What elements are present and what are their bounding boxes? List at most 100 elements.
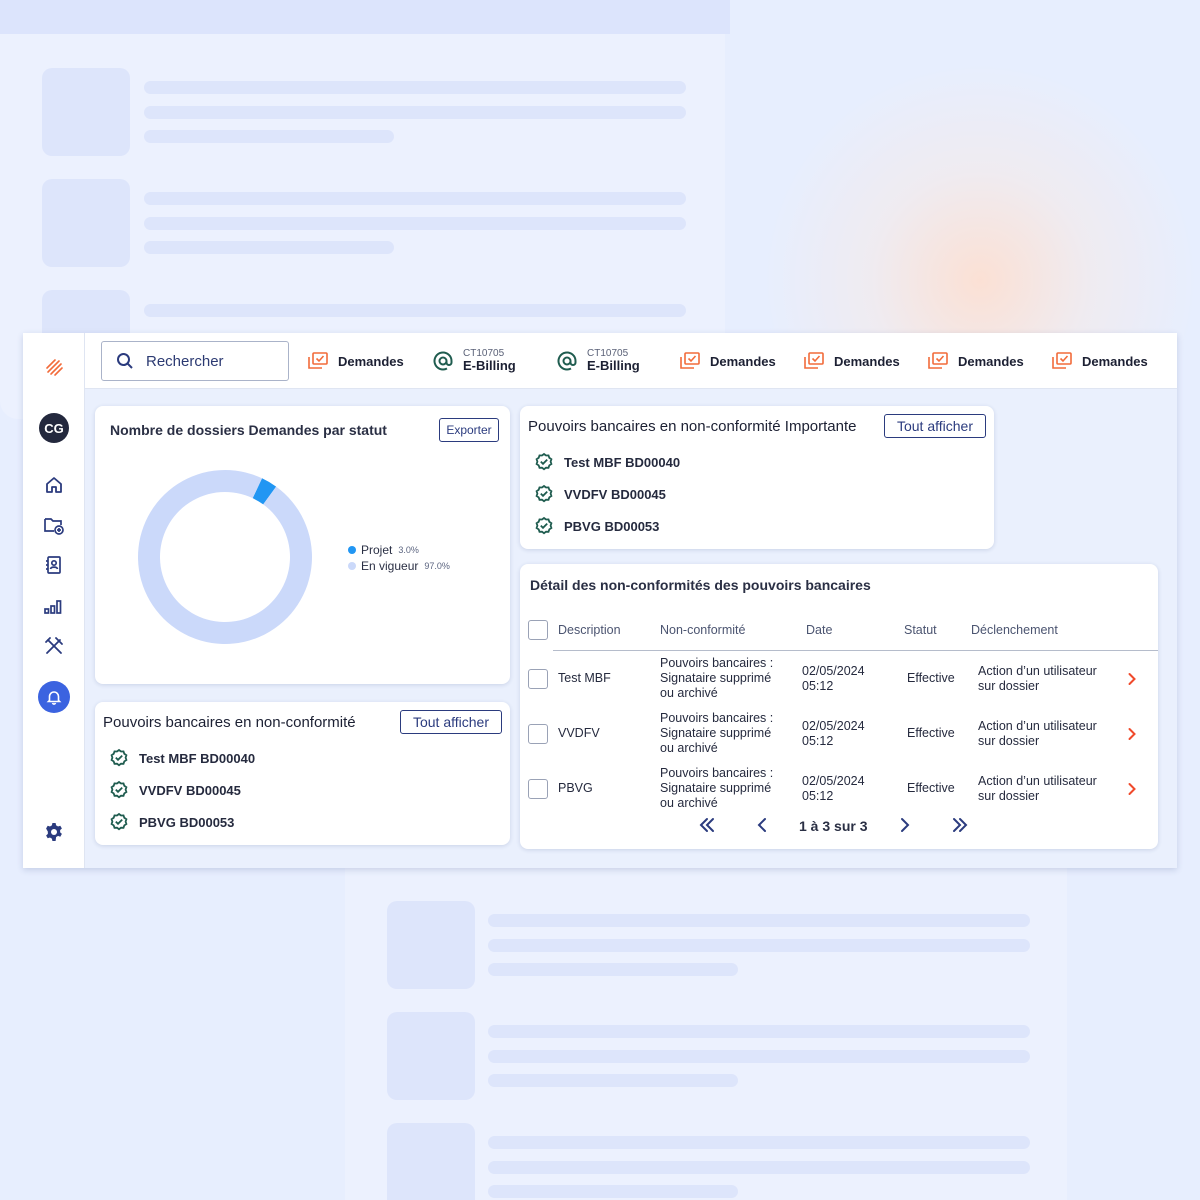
- cell-trigger-line: sur dossier: [978, 789, 1040, 803]
- show-all-important-button[interactable]: Tout afficher: [884, 414, 986, 438]
- home-icon[interactable]: [38, 469, 70, 501]
- bell-icon: [46, 691, 62, 705]
- notifications-button[interactable]: [38, 681, 70, 713]
- list-item[interactable]: VVDFV BD00045: [109, 780, 241, 800]
- list-item-label: VVDFV BD00045: [564, 486, 666, 502]
- at-icon: [555, 349, 579, 373]
- column-header-nonconformity[interactable]: Non-conformité: [660, 623, 745, 637]
- app-window: CG Rechercher Demandes CT10705 E-Billing…: [23, 333, 1177, 868]
- shortcut-e-billing[interactable]: CT10705 E-Billing: [431, 345, 516, 377]
- cell-trigger-line: Action d’un utilisateur: [978, 664, 1097, 678]
- list-item-label: VVDFV BD00045: [139, 782, 241, 798]
- shortcut-label: Demandes: [958, 353, 1024, 369]
- last-page-icon[interactable]: [951, 816, 969, 834]
- cell-date-time: 05:12: [802, 789, 834, 803]
- shortcut-demandes[interactable]: Demandes: [926, 345, 1024, 377]
- detail-title: Détail des non-conformités des pouvoirs …: [530, 577, 871, 593]
- demandes-icon: [1050, 349, 1074, 373]
- column-header-status[interactable]: Statut: [904, 623, 937, 637]
- table-header-divider: [553, 650, 1158, 651]
- previous-page-icon[interactable]: [754, 816, 772, 834]
- badge-check-icon: [534, 516, 554, 536]
- shortcut-demandes[interactable]: Demandes: [306, 345, 404, 377]
- chevron-right-icon[interactable]: [1125, 672, 1139, 686]
- column-header-trigger[interactable]: Déclenchement: [971, 623, 1058, 637]
- tools-icon[interactable]: [38, 630, 70, 662]
- cell-nonconformity-line: ou archivé: [660, 796, 718, 810]
- nonconformity-title: Pouvoirs bancaires en non-conformité: [103, 714, 356, 731]
- list-item[interactable]: Test MBF BD00040: [534, 452, 680, 472]
- export-button[interactable]: Exporter: [439, 418, 499, 442]
- cell-date-time: 05:12: [802, 734, 834, 748]
- avatar[interactable]: CG: [39, 413, 69, 443]
- badge-check-icon: [534, 452, 554, 472]
- search-icon: [117, 353, 133, 369]
- cell-nonconformity: Pouvoirs bancaires : Signataire supprimé o…: [660, 766, 773, 811]
- shortcut-demandes[interactable]: Demandes: [678, 345, 776, 377]
- row-checkbox[interactable]: [528, 669, 548, 689]
- cell-trigger-line: sur dossier: [978, 679, 1040, 693]
- important-nonconformity-card: Pouvoirs bancaires en non-conformité Imp…: [520, 406, 994, 549]
- chevron-right-icon[interactable]: [1125, 782, 1139, 796]
- shortcut-label: Demandes: [338, 353, 404, 369]
- row-checkbox[interactable]: [528, 724, 548, 744]
- cell-trigger-line: Action d’un utilisateur: [978, 719, 1097, 733]
- important-nonconformity-title: Pouvoirs bancaires en non-conformité Imp…: [528, 418, 857, 435]
- chart-legend: Projet 3.0% En vigueur 97.0%: [348, 542, 450, 574]
- search-input[interactable]: Rechercher: [101, 341, 289, 381]
- legend-label: En vigueur: [361, 559, 419, 573]
- cell-nonconformity-line: Pouvoirs bancaires :: [660, 656, 774, 670]
- cell-status: Effective: [907, 781, 955, 795]
- next-page-icon[interactable]: [895, 816, 913, 834]
- contacts-icon[interactable]: [38, 549, 70, 581]
- chart-icon[interactable]: [38, 590, 70, 622]
- legend-swatch-projet: [348, 546, 356, 554]
- logo-icon[interactable]: [38, 351, 70, 383]
- row-checkbox[interactable]: [528, 779, 548, 799]
- chevron-right-icon[interactable]: [1125, 727, 1139, 741]
- list-item-label: PBVG BD00053: [564, 518, 660, 534]
- shortcut-demandes[interactable]: Demandes: [802, 345, 900, 377]
- cell-nonconformity-line: Pouvoirs bancaires :: [660, 711, 774, 725]
- list-item[interactable]: VVDFV BD00045: [534, 484, 666, 504]
- cell-nonconformity-line: Signataire supprimé: [660, 726, 772, 740]
- status-chart-card: Nombre de dossiers Demandes par statut E…: [95, 406, 510, 684]
- badge-check-icon: [109, 780, 129, 800]
- cell-date: 02/05/2024 05:12: [802, 664, 865, 694]
- nonconformity-card: Pouvoirs bancaires en non-conformité Tou…: [95, 702, 510, 845]
- column-header-date[interactable]: Date: [806, 623, 832, 637]
- first-page-icon[interactable]: [698, 816, 716, 834]
- folder-add-icon[interactable]: [38, 509, 70, 541]
- select-all-checkbox[interactable]: [528, 620, 548, 640]
- list-item[interactable]: PBVG BD00053: [109, 812, 234, 832]
- donut-slice-en-vigueur[interactable]: [137, 470, 312, 644]
- list-item[interactable]: Test MBF BD00040: [109, 748, 255, 768]
- cell-nonconformity-line: ou archivé: [660, 686, 718, 700]
- background-skeleton-panel-bottom: [345, 868, 1067, 1200]
- pagination-status: 1 à 3 sur 3: [799, 818, 868, 834]
- shortcut-e-billing[interactable]: CT10705 E-Billing: [555, 345, 640, 377]
- legend-swatch-en-vigueur: [348, 562, 356, 570]
- cell-description: Test MBF: [558, 671, 611, 685]
- show-all-button[interactable]: Tout afficher: [400, 710, 502, 734]
- settings-icon[interactable]: [38, 816, 70, 848]
- shortcut-label: Demandes: [834, 353, 900, 369]
- demandes-icon: [802, 349, 826, 373]
- legend-value: 97.0%: [424, 561, 450, 571]
- shortcut-label: E-Billing: [587, 358, 640, 374]
- status-donut-chart: [137, 470, 312, 644]
- cell-nonconformity-line: Signataire supprimé: [660, 781, 772, 795]
- legend-value: 3.0%: [398, 545, 419, 555]
- cell-date-day: 02/05/2024: [802, 774, 865, 788]
- nonconformity-detail-card: Détail des non-conformités des pouvoirs …: [520, 564, 1158, 849]
- cell-trigger: Action d’un utilisateur sur dossier: [978, 664, 1097, 694]
- cell-status: Effective: [907, 726, 955, 740]
- cell-date-time: 05:12: [802, 679, 834, 693]
- cell-trigger-line: sur dossier: [978, 734, 1040, 748]
- cell-nonconformity: Pouvoirs bancaires : Signataire supprimé o…: [660, 656, 773, 701]
- cell-description: PBVG: [558, 781, 593, 795]
- list-item[interactable]: PBVG BD00053: [534, 516, 659, 536]
- column-header-description[interactable]: Description: [558, 623, 621, 637]
- shortcut-demandes[interactable]: Demandes: [1050, 345, 1148, 377]
- badge-check-icon: [109, 748, 129, 768]
